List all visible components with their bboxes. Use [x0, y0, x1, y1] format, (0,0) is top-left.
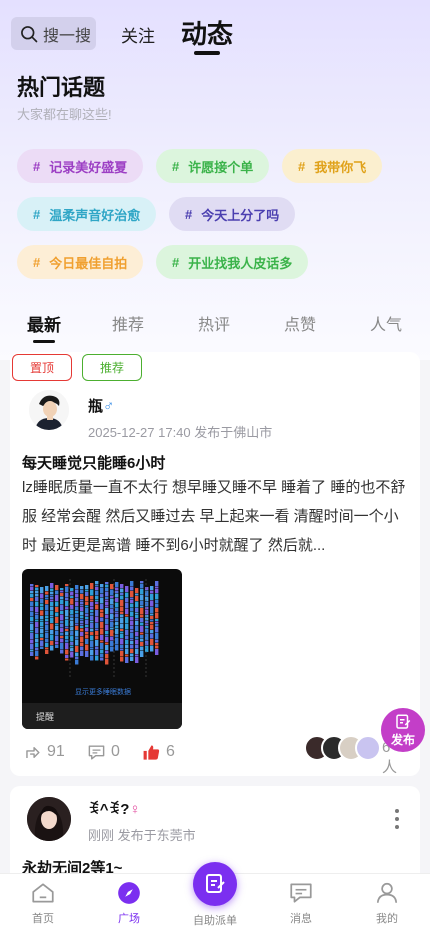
feed-tab-recommended[interactable]: 推荐 — [112, 311, 144, 335]
search-icon — [21, 25, 38, 42]
user-icon — [376, 882, 398, 903]
nav-home[interactable]: 首页 — [13, 880, 73, 926]
male-gender-icon: ♂ — [103, 398, 115, 415]
hot-topic-label: 今日最佳自拍 — [49, 255, 128, 271]
feed-tab-hot-comments[interactable]: 热评 — [198, 311, 230, 335]
avatar-illustration-icon — [29, 390, 69, 430]
feed-tab-likes[interactable]: 点赞 — [284, 311, 316, 335]
search-box[interactable]: 搜一搜 — [11, 17, 96, 50]
share-action[interactable]: 91 — [23, 740, 65, 764]
hot-topics-subtitle: 大家都在聊这些! — [17, 107, 112, 122]
nav-home-label: 首页 — [32, 913, 54, 925]
hot-topic-label: 开业找我人皮话多 — [188, 255, 293, 271]
hot-topic-tag[interactable]: # 开业找我人皮话多 — [156, 245, 309, 279]
hot-topic-label: 我带你飞 — [314, 159, 367, 175]
image-caption: 显示更多睡眠数据 — [75, 689, 131, 696]
nav-mine-label: 我的 — [376, 913, 398, 925]
feed-tab-indicator — [33, 340, 55, 343]
message-icon — [290, 883, 312, 903]
home-icon — [32, 883, 54, 903]
search-placeholder: 搜一搜 — [43, 27, 92, 45]
hashtag-icon: # — [33, 206, 41, 222]
post-title[interactable]: 每天睡觉只能睡6小时 — [22, 452, 165, 473]
more-options-icon[interactable] — [393, 809, 401, 829]
feed-tab-latest[interactable]: 最新 — [27, 311, 61, 336]
post-meta: 刚刚 发布于东莞市 — [88, 828, 196, 843]
nav-messages[interactable]: 消息 — [271, 880, 331, 926]
thumbs-up-icon — [143, 744, 160, 760]
post-username[interactable]: 瓶♂ — [88, 395, 114, 416]
comment-action[interactable]: 0 — [87, 740, 120, 764]
post-body[interactable]: lz睡眠质量一直不太行 想早睡又睡不早 睡着了 睡的也不舒服 经常会醒 然后又睡… — [22, 473, 408, 560]
edit-icon — [396, 714, 411, 729]
top-header: 搜一搜 关注 动态 — [0, 0, 430, 60]
hot-topic-label: 记录美好盛夏 — [49, 159, 128, 175]
nav-plaza[interactable]: 广场 — [99, 880, 159, 926]
avatar[interactable] — [29, 390, 69, 430]
avatar-photo-icon — [27, 797, 71, 841]
hot-topic-tag[interactable]: # 今日最佳自拍 — [17, 245, 144, 279]
hot-topic-label: 许愿接个单 — [188, 159, 254, 175]
image-footer-label: 提醒 — [36, 712, 55, 722]
hot-topic-label: 温柔声音好治愈 — [49, 207, 141, 223]
like-action[interactable]: 6 — [142, 740, 175, 764]
post-username[interactable]: ꉂ^ꉂ?♀ — [88, 798, 141, 818]
compass-icon — [118, 882, 140, 904]
comment-count: 0 — [111, 743, 120, 760]
recommended-badge: 推荐 — [82, 354, 142, 381]
tab-follow[interactable]: 关注 — [121, 22, 155, 47]
hashtag-icon: # — [172, 158, 180, 174]
hashtag-icon: # — [33, 158, 41, 174]
post-meta: 2025-12-27 17:40 发布于佛山市 — [88, 425, 273, 440]
hot-topic-tag[interactable]: # 我带你飞 — [282, 149, 383, 183]
nav-messages-label: 消息 — [290, 913, 312, 925]
hot-topics-title: 热门话题 — [17, 75, 106, 100]
nav-mine[interactable]: 我的 — [357, 880, 417, 926]
avatar[interactable] — [27, 797, 71, 841]
hashtag-icon: # — [172, 254, 180, 270]
viewer-avatars[interactable]: 6人 — [304, 735, 397, 776]
hashtag-icon: # — [33, 254, 41, 270]
comment-icon — [88, 744, 105, 760]
username-text: ꉂ^ꉂ? — [88, 801, 130, 818]
post-image[interactable]: 提醒 显示更多睡眠数据 — [22, 569, 182, 729]
hot-topic-tag[interactable]: # 温柔声音好治愈 — [17, 197, 157, 231]
publish-label: 发布 — [390, 732, 415, 747]
hot-topic-tag[interactable]: # 许愿接个单 — [156, 149, 270, 183]
female-gender-icon: ♀ — [129, 801, 141, 818]
tab-dynamic[interactable]: 动态 — [181, 14, 233, 51]
publish-button[interactable]: 发布 — [381, 708, 425, 752]
avatar — [355, 735, 381, 761]
hashtag-icon: # — [298, 158, 306, 174]
dispatch-button[interactable] — [193, 862, 237, 906]
hot-topic-tag[interactable]: # 记录美好盛夏 — [17, 149, 144, 183]
nav-plaza-label: 广场 — [118, 913, 140, 925]
pinned-badge: 置顶 — [12, 354, 72, 381]
share-icon — [26, 746, 40, 758]
share-count: 91 — [47, 743, 65, 760]
nav-dispatch-label: 自助派单 — [193, 915, 237, 927]
username-text: 瓶 — [88, 398, 104, 415]
feed-tabs: 最新 推荐 热评 点赞 人气 — [0, 304, 430, 344]
nav-dispatch-label-wrap[interactable]: 自助派单 — [185, 912, 245, 928]
hot-topic-label: 今天上分了吗 — [201, 207, 280, 223]
edit-icon — [206, 874, 225, 893]
feed-tab-popular[interactable]: 人气 — [370, 311, 402, 335]
hot-topic-tag[interactable]: # 今天上分了吗 — [169, 197, 296, 231]
hashtag-icon: # — [185, 206, 193, 222]
active-tab-indicator — [194, 51, 220, 55]
like-count: 6 — [166, 743, 175, 760]
